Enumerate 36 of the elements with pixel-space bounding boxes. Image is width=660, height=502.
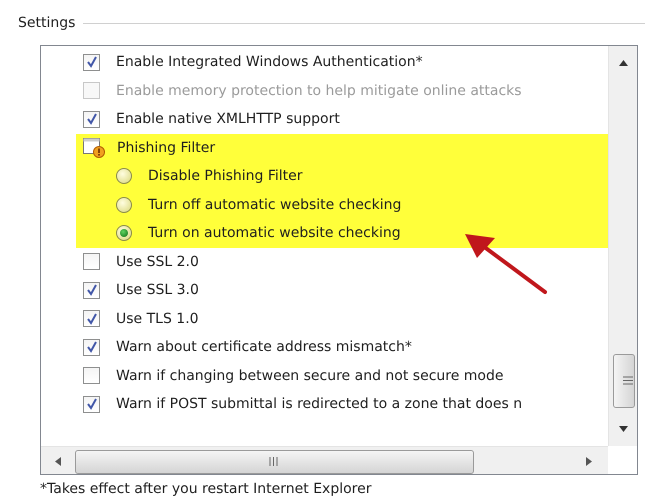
scroll-down-icon[interactable] [619,426,628,432]
scrollbar-thumb[interactable] [75,450,474,474]
footnote: *Takes effect after you restart Internet Explorer [40,481,372,497]
option-label[interactable]: Warn if changing between secure and not secure mode [116,368,504,384]
option-label[interactable]: Warn about certificate address mismatch* [116,339,412,356]
radio-button[interactable] [116,168,132,184]
radio-button[interactable] [116,196,132,213]
scrollbar-thumb[interactable] [613,354,635,408]
section-title: Settings [18,15,76,31]
option-label[interactable]: Use SSL 2.0 [116,254,199,270]
option-label[interactable]: Enable Integrated Windows Authentication* [116,54,423,70]
option-label[interactable]: Disable Phishing Filter [148,168,303,184]
warning-folder-icon [83,138,105,158]
scroll-up-icon[interactable] [619,60,628,66]
scroll-right-icon[interactable] [586,457,592,466]
option-label[interactable]: Use SSL 3.0 [116,282,199,298]
scroll-left-icon[interactable] [55,457,61,466]
scrollbar-track[interactable] [608,46,637,446]
option-label[interactable]: Phishing Filter [117,140,216,156]
option-label[interactable]: Turn on automatic website checking [148,225,401,242]
option-label[interactable]: Use TLS 1.0 [116,310,199,327]
option-label[interactable]: Enable native XMLHTTP support [116,111,340,128]
checkbox[interactable] [83,338,100,356]
grip-icon [623,376,633,385]
checkbox[interactable] [83,310,100,328]
option-label[interactable]: Turn off automatic website checking [148,196,402,213]
scrollbar-track[interactable] [41,446,608,474]
grip-icon [269,457,279,466]
checkbox[interactable] [83,367,100,384]
checkbox[interactable] [83,253,100,270]
checkbox[interactable] [83,54,100,71]
checkbox[interactable] [83,396,100,413]
option-label[interactable]: Warn if POST submittal is redirected to a zone that does n [116,396,522,412]
checkbox[interactable] [83,282,100,299]
radio-button[interactable] [116,225,132,242]
checkbox[interactable] [83,110,100,128]
